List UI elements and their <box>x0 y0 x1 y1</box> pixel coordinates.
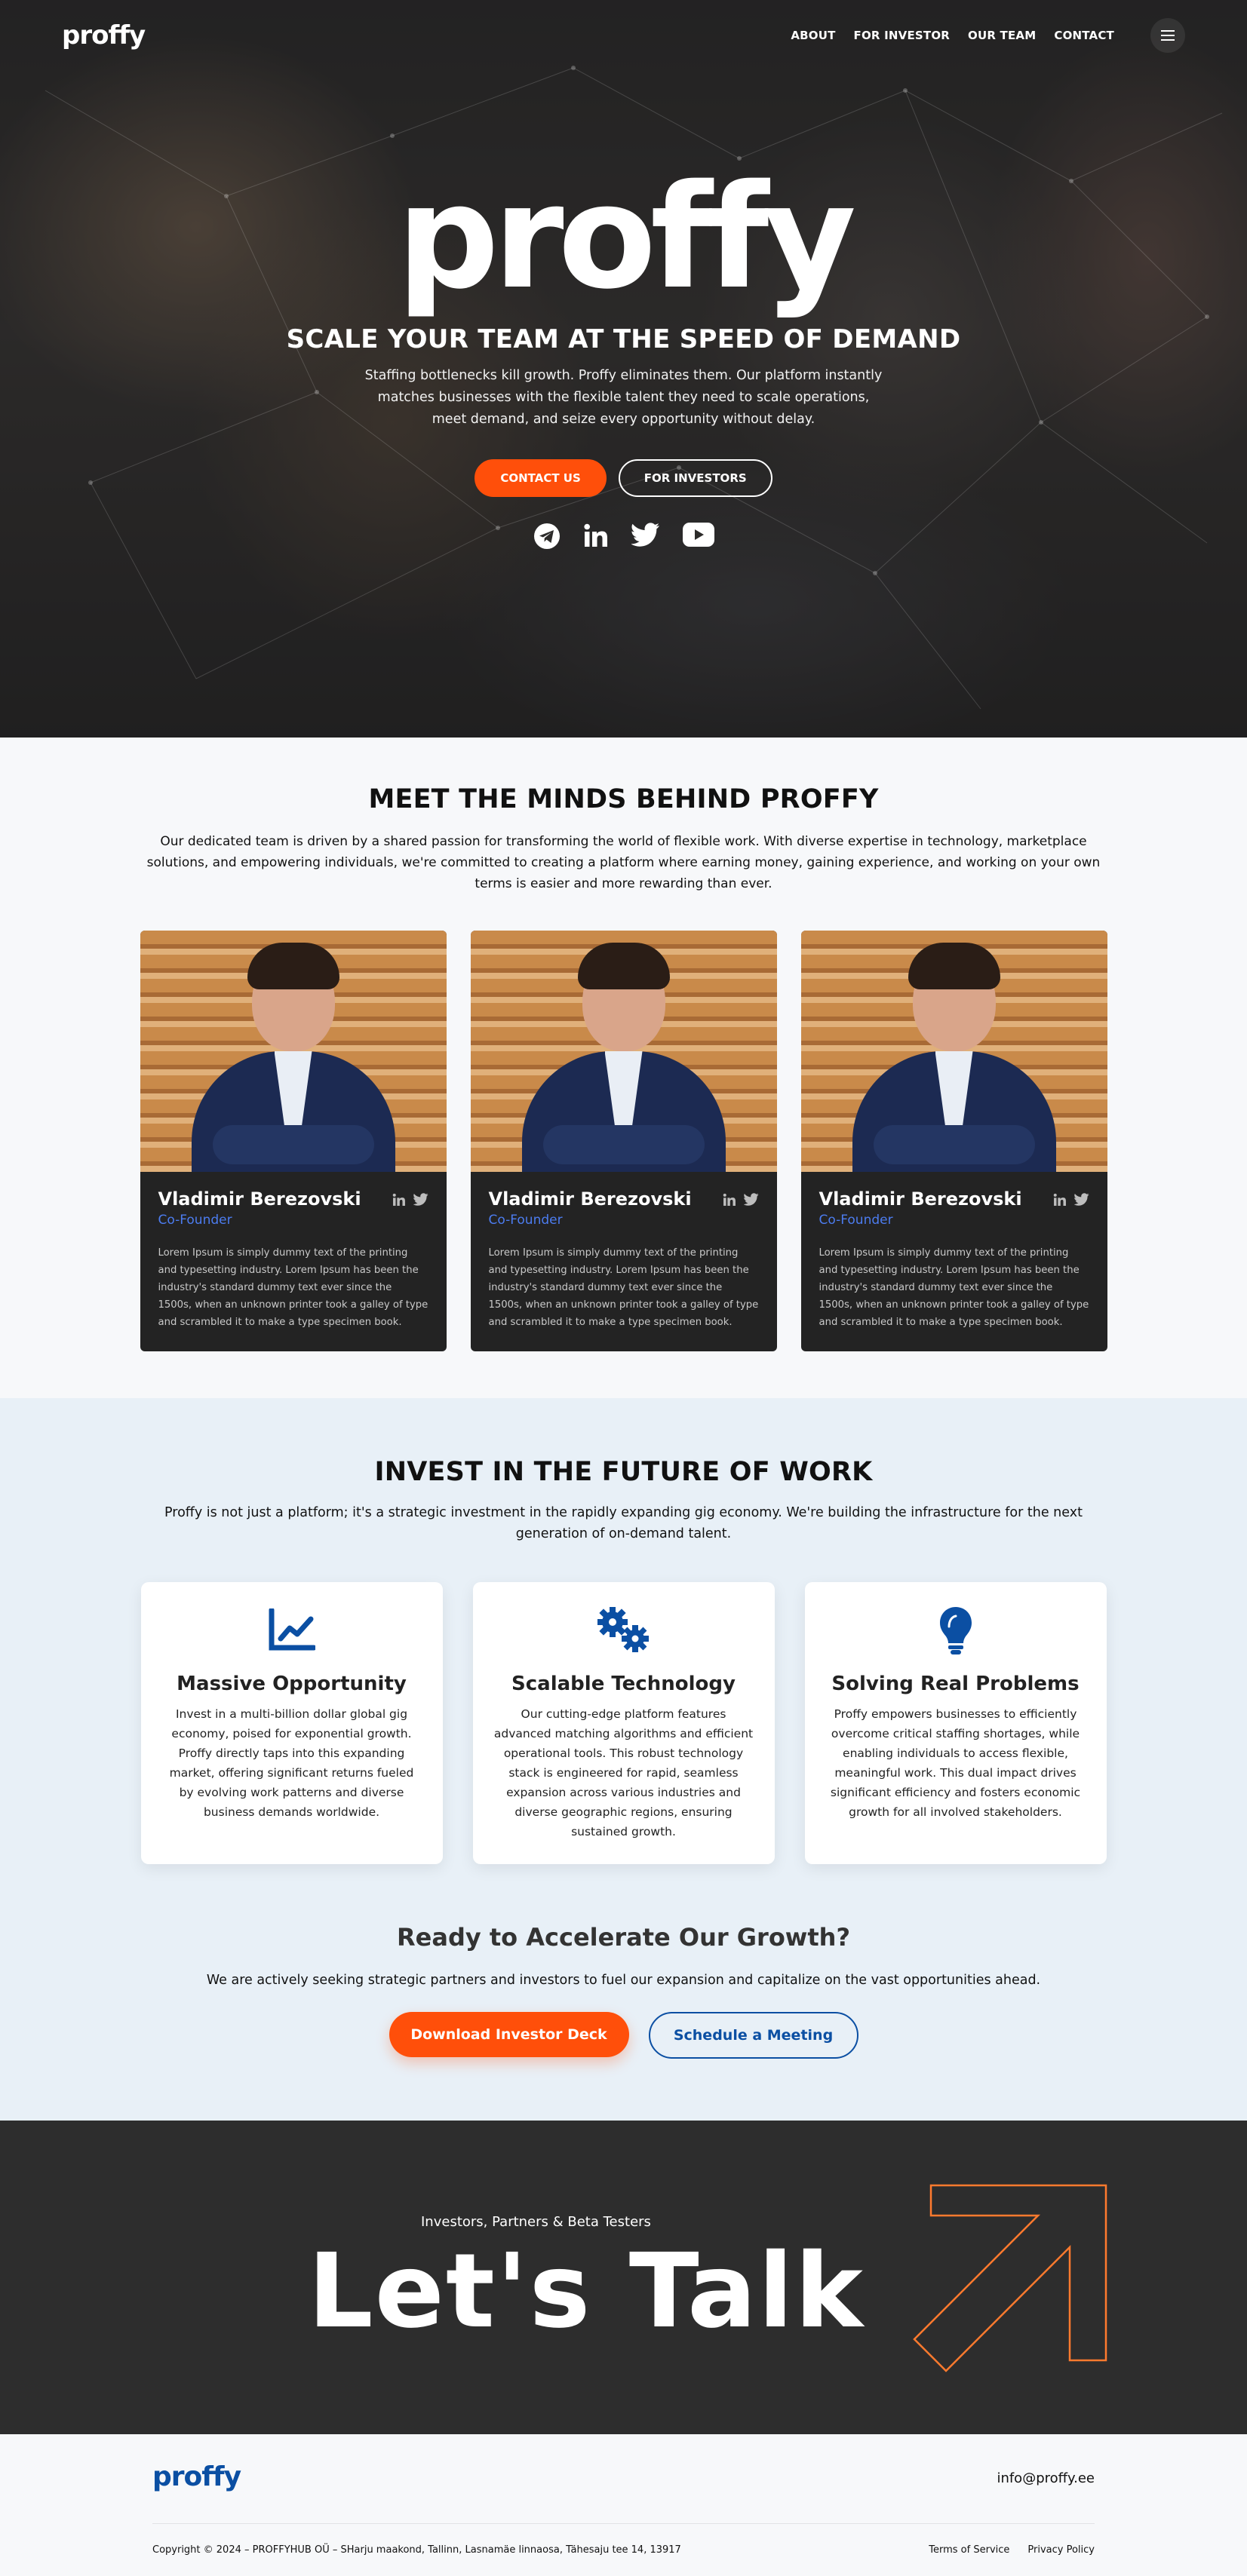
member-bio: Lorem Ipsum is simply dummy text of the … <box>158 1247 428 1328</box>
feature-text: Proffy empowers businesses to efficientl… <box>830 1707 1081 1819</box>
for-investors-button[interactable]: FOR INVESTORS <box>618 459 772 497</box>
hero-title: SCALE YOUR TEAM AT THE SPEED OF DEMAND <box>286 324 961 354</box>
hamburger-icon <box>1161 30 1175 41</box>
twitter-icon[interactable] <box>1073 1193 1089 1206</box>
feature-title: Solving Real Problems <box>831 1673 1080 1695</box>
footer-copyright: Copyright © 2024 – PROFFYHUB OÜ – SHarju… <box>152 2544 681 2556</box>
hero-section: proffy ABOUT FOR INVESTOR OUR TEAM CONTA… <box>0 0 1247 738</box>
member-photo <box>800 931 1107 1172</box>
lets-talk-section: Investors, Partners & Beta Testers Let's… <box>0 2121 1247 2434</box>
talk-kicker: Investors, Partners & Beta Testers <box>421 2214 651 2230</box>
hero-lead: Staffing bottlenecks kill growth. Proffy… <box>364 368 883 427</box>
twitter-icon[interactable] <box>631 523 660 547</box>
linkedin-icon[interactable] <box>583 523 609 548</box>
member-name: Vladimir Berezovski <box>158 1188 361 1210</box>
member-photo <box>140 931 447 1172</box>
nav-logo[interactable]: proffy <box>62 20 146 51</box>
team-intro: Our dedicated team is driven by a shared… <box>146 834 1101 891</box>
social-links <box>0 523 1247 550</box>
team-card: Vladimir Berezovski Co-Founder Lorem Ips… <box>800 931 1107 1351</box>
talk-headline[interactable]: Let's Talk <box>308 2232 865 2351</box>
member-role: Co-Founder <box>158 1213 232 1228</box>
nav-links: ABOUT FOR INVESTOR OUR TEAM CONTACT <box>791 18 1185 53</box>
hero-content: proffy SCALE YOUR TEAM AT THE SPEED OF D… <box>0 166 1247 550</box>
team-section: MEET THE MINDS BEHIND PROFFY Our dedicat… <box>0 738 1247 1398</box>
team-title: MEET THE MINDS BEHIND PROFFY <box>368 784 879 814</box>
contact-us-button[interactable]: CONTACT US <box>475 459 607 497</box>
cta-buttons: Download Investor Deck Schedule a Meetin… <box>0 2012 1247 2059</box>
lightbulb-icon <box>939 1607 972 1654</box>
member-role: Co-Founder <box>488 1213 563 1228</box>
member-bio: Lorem Ipsum is simply dummy text of the … <box>819 1247 1089 1328</box>
feature-card: Scalable Technology Our cutting-edge pla… <box>472 1582 775 1864</box>
twitter-icon[interactable] <box>413 1193 428 1206</box>
gears-icon <box>597 1607 649 1652</box>
nav-link-for-investor[interactable]: FOR INVESTOR <box>854 29 951 42</box>
twitter-icon[interactable] <box>743 1193 759 1206</box>
cta-title: Ready to Accelerate Our Growth? <box>397 1923 850 1952</box>
member-role: Co-Founder <box>819 1213 893 1228</box>
footer-logo[interactable]: proffy <box>152 2461 241 2492</box>
member-name: Vladimir Berezovski <box>488 1188 692 1210</box>
feature-title: Massive Opportunity <box>177 1673 407 1695</box>
member-name: Vladimir Berezovski <box>819 1188 1022 1210</box>
schedule-meeting-button[interactable]: Schedule a Meeting <box>648 2012 858 2059</box>
footer: proffy info@proffy.ee Copyright © 2024 –… <box>0 2434 1247 2576</box>
invest-intro: Proffy is not just a platform; it's a st… <box>164 1505 1083 1541</box>
member-bio: Lorem Ipsum is simply dummy text of the … <box>488 1247 759 1328</box>
cta-text: We are actively seeking strategic partne… <box>206 1973 1041 1988</box>
privacy-policy-link[interactable]: Privacy Policy <box>1027 2544 1095 2556</box>
member-photo <box>470 931 777 1172</box>
feature-card: Solving Real Problems Proffy empowers bu… <box>804 1582 1107 1864</box>
hero-buttons: CONTACT US FOR INVESTORS <box>0 459 1247 497</box>
team-card: Vladimir Berezovski Co-Founder Lorem Ips… <box>140 931 447 1351</box>
download-investor-deck-button[interactable]: Download Investor Deck <box>389 2012 629 2057</box>
telegram-icon[interactable] <box>533 523 561 550</box>
team-card: Vladimir Berezovski Co-Founder Lorem Ips… <box>470 931 777 1351</box>
footer-legal-links: Terms of Service Privacy Policy <box>929 2544 1095 2556</box>
linkedin-icon[interactable] <box>1053 1193 1067 1207</box>
invest-section: INVEST IN THE FUTURE OF WORK Proffy is n… <box>0 1398 1247 2121</box>
hero-logo: proffy <box>396 154 856 320</box>
team-cards: Vladimir Berezovski Co-Founder Lorem Ips… <box>0 931 1247 1351</box>
footer-email[interactable]: info@proffy.ee <box>997 2470 1095 2486</box>
linkedin-icon[interactable] <box>392 1193 406 1207</box>
nav-link-contact[interactable]: CONTACT <box>1054 29 1114 42</box>
feature-text: Invest in a multi-billion dollar global … <box>169 1707 414 1819</box>
linkedin-icon[interactable] <box>723 1193 736 1207</box>
chart-line-icon <box>269 1608 315 1651</box>
feature-cards: Massive Opportunity Invest in a multi-bi… <box>0 1582 1247 1864</box>
feature-card: Massive Opportunity Invest in a multi-bi… <box>140 1582 443 1864</box>
footer-divider <box>152 2523 1095 2524</box>
nav-link-about[interactable]: ABOUT <box>791 29 835 42</box>
top-navigation: proffy ABOUT FOR INVESTOR OUR TEAM CONTA… <box>0 0 1247 71</box>
feature-text: Our cutting-edge platform features advan… <box>493 1707 754 1838</box>
terms-of-service-link[interactable]: Terms of Service <box>929 2544 1009 2556</box>
youtube-icon[interactable] <box>682 523 714 547</box>
menu-button[interactable] <box>1150 18 1185 53</box>
feature-title: Scalable Technology <box>511 1673 736 1695</box>
invest-title: INVEST IN THE FUTURE OF WORK <box>374 1457 873 1487</box>
arrow-up-right-icon[interactable] <box>910 2184 1110 2384</box>
nav-link-our-team[interactable]: OUR TEAM <box>968 29 1036 42</box>
